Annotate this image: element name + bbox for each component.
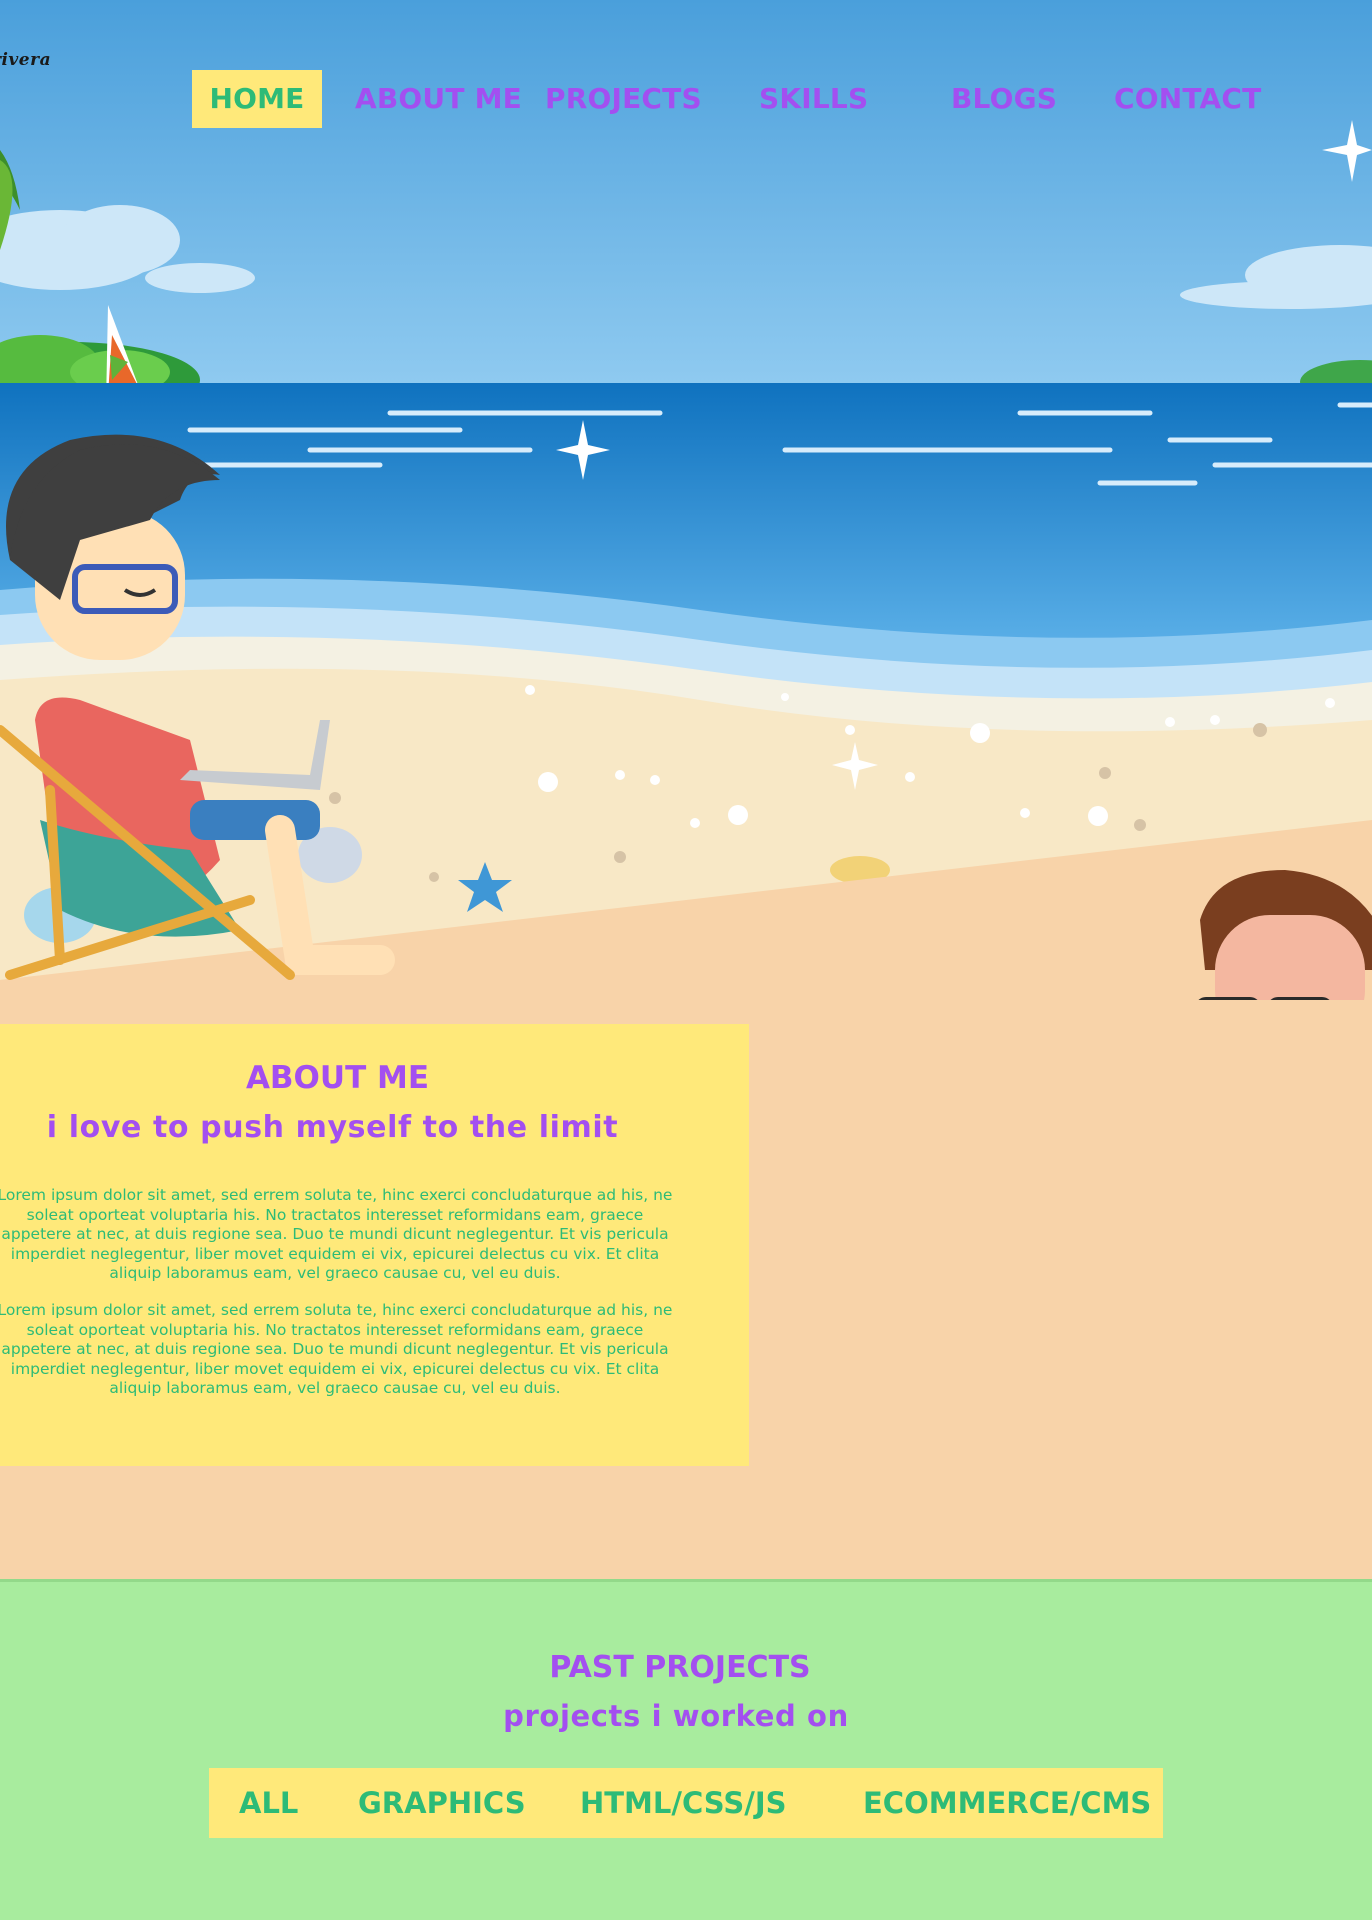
sky: [0, 0, 1372, 385]
project-filter-bar: ALL GRAPHICS HTML/CSS/JS ECOMMERCE/CMS: [209, 1768, 1163, 1838]
beach-illustration: [0, 0, 1372, 1000]
projects-section: [0, 1579, 1372, 1920]
about-title: ABOUT ME: [245, 1060, 430, 1096]
filter-graphics[interactable]: GRAPHICS: [358, 1768, 526, 1838]
about-paragraph: Lorem ipsum dolor sit amet, sed errem so…: [0, 1186, 673, 1282]
nav-skills[interactable]: SKILLS: [759, 70, 868, 128]
projects-title: PAST PROJECTS: [549, 1650, 811, 1685]
filter-html-css-js[interactable]: HTML/CSS/JS: [580, 1768, 787, 1838]
nav-projects[interactable]: PROJECTS: [545, 70, 702, 128]
nav-about-me[interactable]: ABOUT ME: [355, 70, 522, 128]
filter-ecommerce-cms[interactable]: ECOMMERCE/CMS: [863, 1768, 1151, 1838]
main-nav: HOME ABOUT ME PROJECTS SKILLS BLOGS CONT…: [0, 70, 1372, 130]
nav-blogs[interactable]: BLOGS: [951, 70, 1057, 128]
projects-subtitle: projects i worked on: [503, 1699, 849, 1733]
about-subtitle: i love to push myself to the limit: [46, 1110, 619, 1145]
about-paragraph: Lorem ipsum dolor sit amet, sed errem so…: [0, 1301, 673, 1397]
filter-all[interactable]: ALL: [239, 1768, 298, 1838]
site-logo[interactable]: rivera: [0, 50, 51, 70]
nav-home[interactable]: HOME: [192, 70, 322, 128]
nav-contact[interactable]: CONTACT: [1114, 70, 1261, 128]
hero-banner: rivera HOME ABOUT ME PROJECTS SKILLS BLO…: [0, 0, 1372, 1000]
